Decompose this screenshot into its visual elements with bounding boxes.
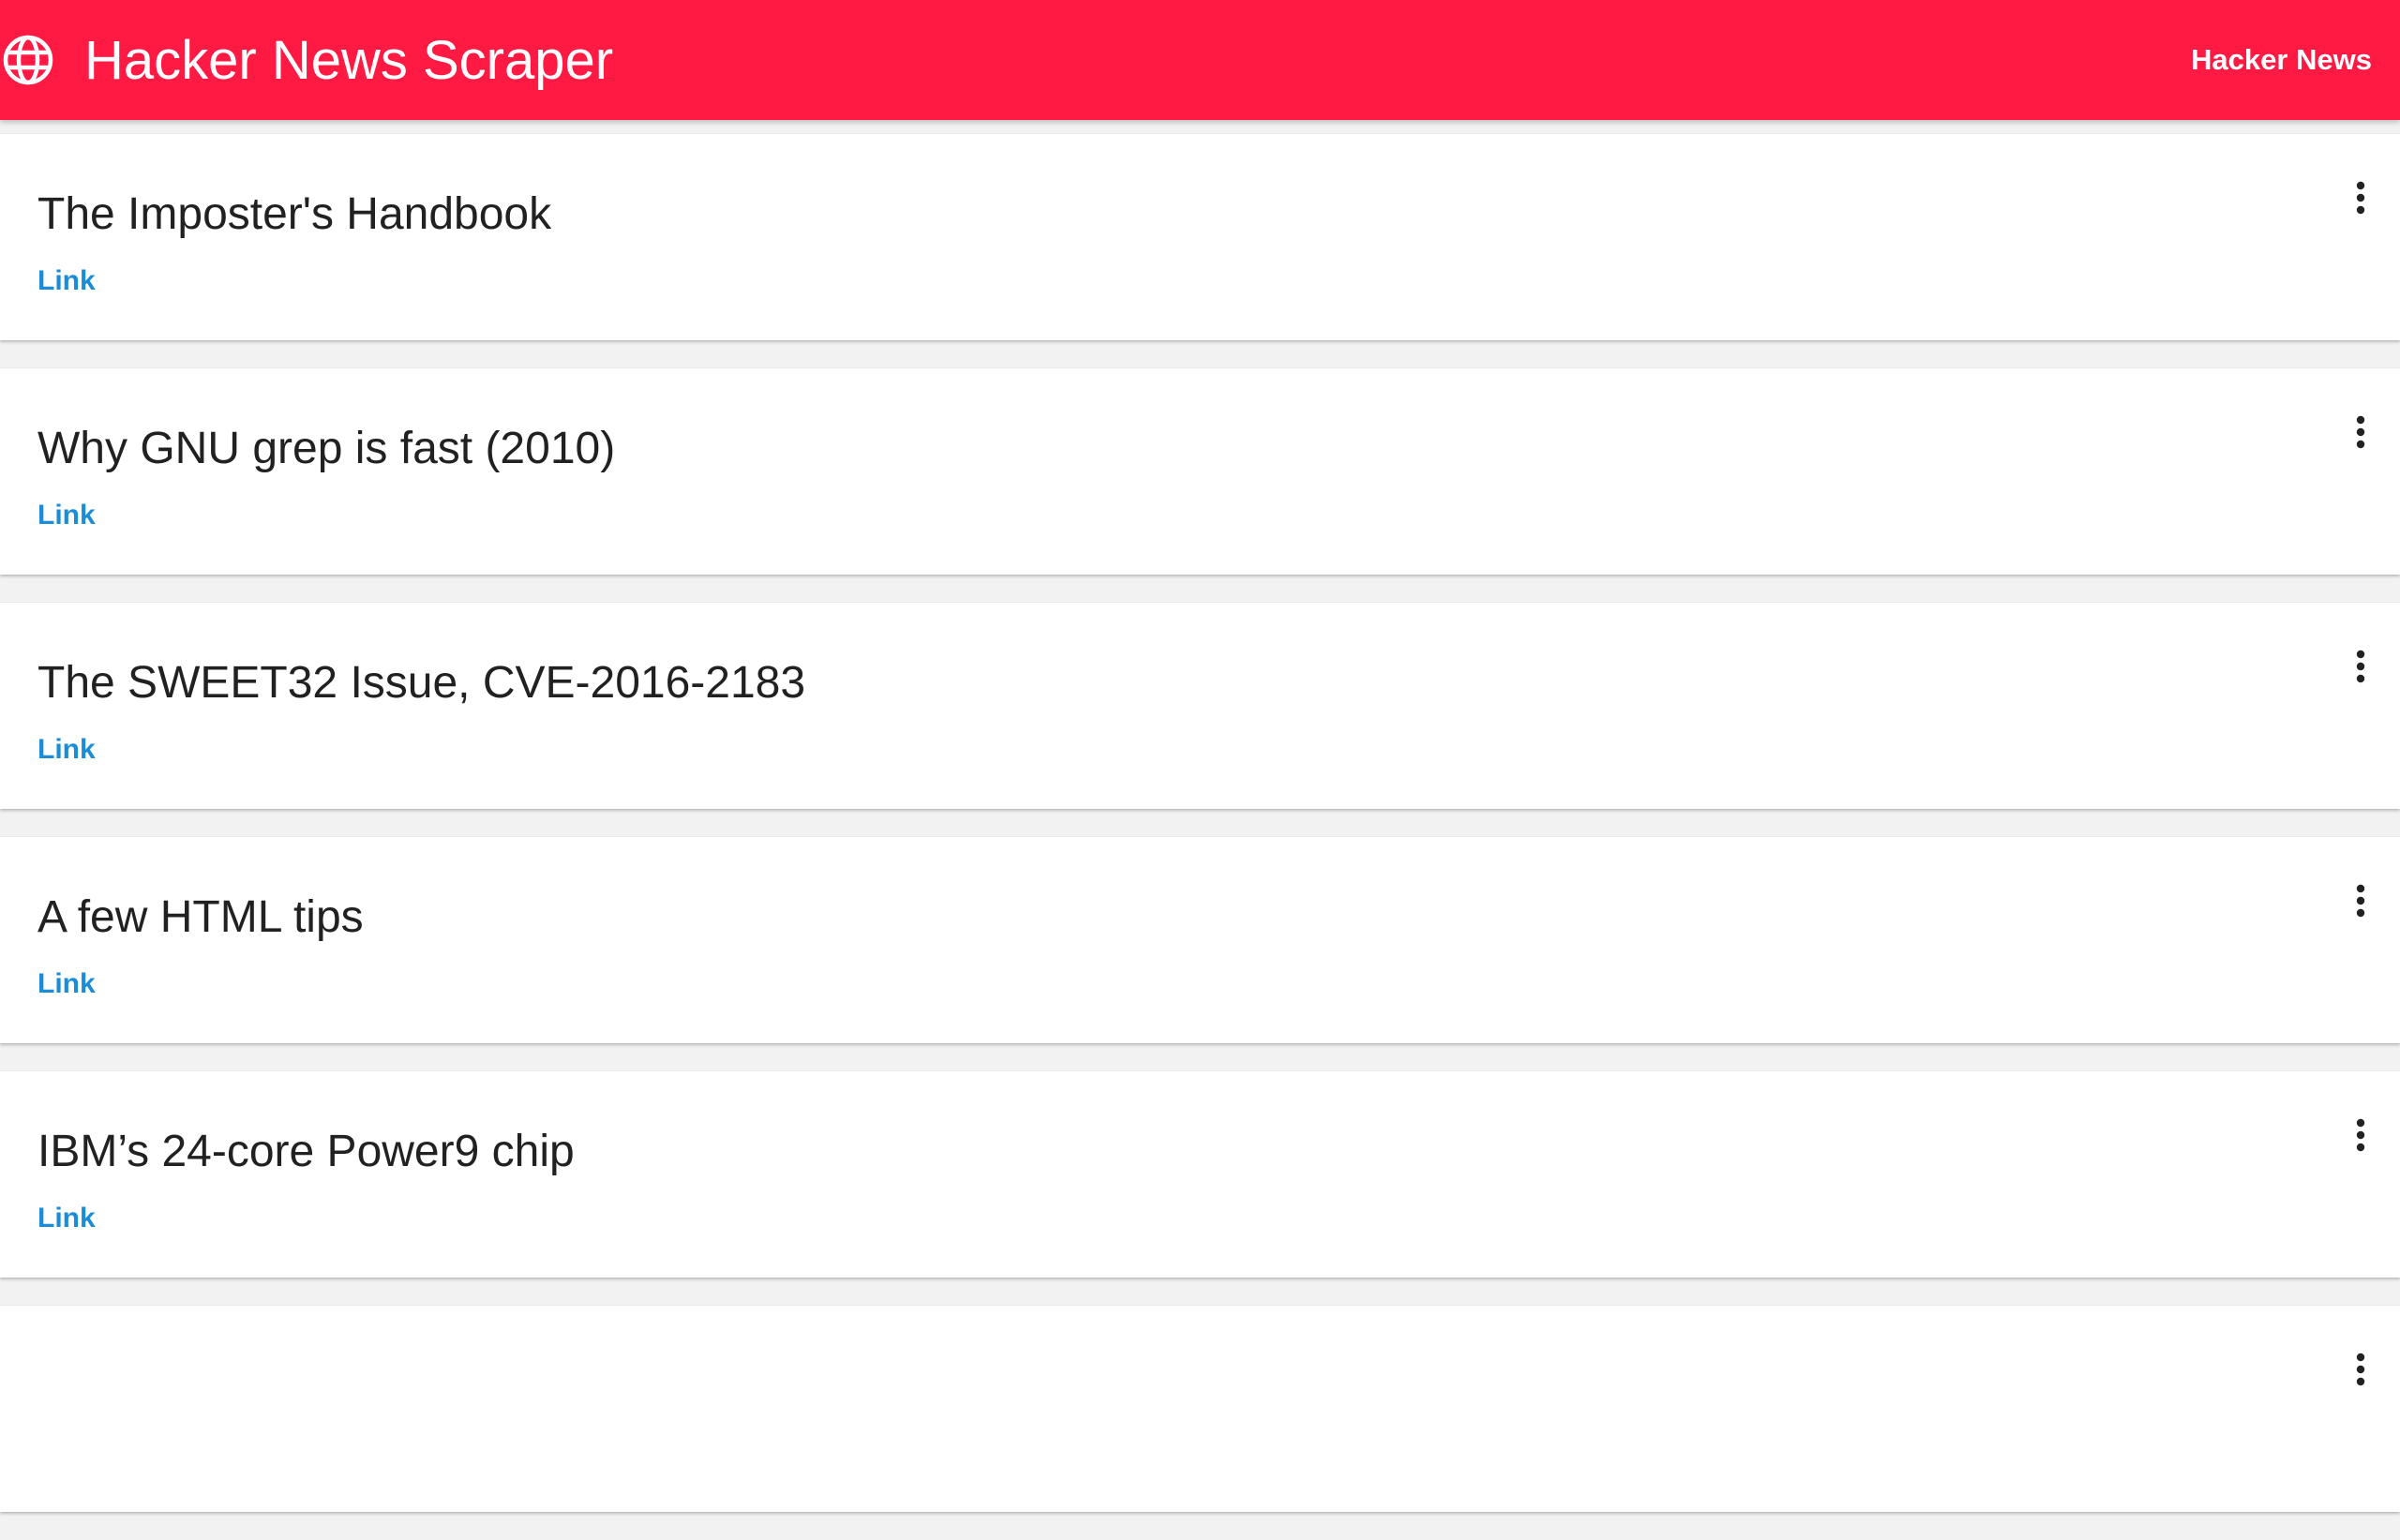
hacker-news-nav-link[interactable]: Hacker News xyxy=(2191,43,2372,77)
story-card: IBM’s 24-core Power9 chip Link xyxy=(0,1071,2400,1278)
story-card: The Imposter's Handbook Link xyxy=(0,134,2400,340)
story-link[interactable]: Link xyxy=(38,500,96,531)
story-link[interactable]: Link xyxy=(38,734,96,766)
story-link[interactable]: Link xyxy=(38,265,96,297)
app-title: Hacker News Scraper xyxy=(84,29,614,91)
more-vert-icon[interactable] xyxy=(2331,1105,2391,1165)
story-card xyxy=(0,1306,2400,1512)
story-list: The Imposter's Handbook Link Why GNU gre… xyxy=(0,134,2400,1540)
more-vert-icon[interactable] xyxy=(2331,636,2391,696)
app-bar: Hacker News Scraper Hacker News xyxy=(0,0,2400,120)
more-vert-icon[interactable] xyxy=(2331,402,2391,462)
story-card: Why GNU grep is fast (2010) Link xyxy=(0,368,2400,575)
story-link[interactable]: Link xyxy=(38,1203,96,1234)
story-card: A few HTML tips Link xyxy=(0,837,2400,1043)
story-title: The SWEET32 Issue, CVE-2016-2183 xyxy=(38,658,806,708)
story-title: A few HTML tips xyxy=(38,892,364,942)
more-vert-icon[interactable] xyxy=(2331,871,2391,931)
story-title: Why GNU grep is fast (2010) xyxy=(38,424,616,473)
story-title: IBM’s 24-core Power9 chip xyxy=(38,1127,575,1176)
more-vert-icon[interactable] xyxy=(2331,168,2391,228)
more-vert-icon[interactable] xyxy=(2331,1339,2391,1399)
story-title: The Imposter's Handbook xyxy=(38,189,552,239)
story-link[interactable]: Link xyxy=(38,968,96,1000)
globe-icon[interactable] xyxy=(2,34,54,86)
story-card: The SWEET32 Issue, CVE-2016-2183 Link xyxy=(0,603,2400,809)
